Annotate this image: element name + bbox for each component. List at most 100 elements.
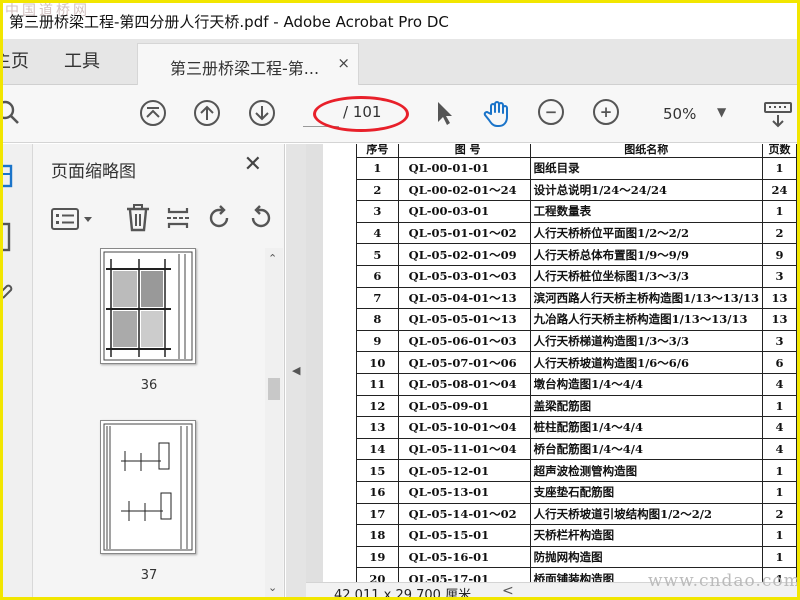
panel-collapse-handle[interactable]: ◀ [286, 144, 306, 597]
rotate-right-icon[interactable] [247, 204, 275, 236]
table-cell: 7 [356, 286, 399, 310]
table-row: 1 QL-00-01-01 图纸目录 1 [356, 157, 797, 180]
page-thumbnail[interactable] [100, 420, 196, 554]
table-cell: 人行天桥梯道构造图1/3～3/3 [529, 329, 764, 353]
page-dimensions: 42.011 x 29.700 厘米 [334, 588, 472, 600]
watermark-bottom: www.cndao.com [648, 571, 800, 591]
table-cell: 1 [762, 200, 797, 223]
table-cell: 滨河西路人行天桥主桥构造图1/13～13/13 [529, 286, 764, 310]
first-page-icon[interactable] [139, 99, 167, 127]
window-title: 第三册桥梁工程-第四分册人行天桥.pdf - Adobe Acrobat Pro… [9, 13, 449, 31]
tab-home[interactable]: 主页 [3, 39, 29, 85]
table-cell: 图纸目录 [529, 157, 764, 180]
page-thumbnail[interactable] [100, 248, 196, 364]
table-row: 14 QL-05-11-01～04 桥台配筋图1/4～4/4 4 [356, 437, 797, 461]
table-cell: 设计总说明1/24～24/24 [529, 178, 764, 202]
app-window: 中国道桥网 第三册桥梁工程-第四分册人行天桥.pdf - Adobe Acrob… [0, 0, 800, 600]
table-row: 11 QL-05-08-01～04 墩台构造图1/4～4/4 4 [356, 372, 797, 396]
table-row: 12 QL-05-09-01 盖梁配筋图 1 [356, 394, 797, 418]
keyboard-icon[interactable] [763, 99, 793, 128]
table-cell: 16 [356, 480, 399, 504]
bookmark-icon[interactable] [3, 164, 15, 192]
table-cell: 20 [356, 567, 399, 582]
table-cell: 人行天桥桩位坐标图1/3～3/3 [529, 264, 764, 288]
zoom-out-icon[interactable]: − [538, 99, 566, 127]
table-cell: 人行天桥总体布置图1/9～9/9 [529, 243, 764, 266]
table-cell: 15 [356, 459, 399, 482]
table-cell: QL-00-02-01～24 [397, 178, 531, 202]
table-row: 17 QL-05-14-01～02 人行天桥坡道引坡结构图1/2～2/2 2 [356, 502, 797, 526]
close-icon[interactable]: ✕ [244, 152, 262, 177]
table-cell: 4 [356, 221, 399, 245]
table-row: 15 QL-05-12-01 超声波检测管构造图 1 [356, 459, 797, 482]
table-cell: 墩台构造图1/4～4/4 [529, 372, 764, 396]
thumbnail-page-number: 36 [140, 378, 158, 393]
table-cell: QL-05-17-01 [397, 567, 531, 582]
table-cell: 天桥栏杆构造图 [529, 524, 764, 547]
rotate-left-icon[interactable] [207, 204, 233, 236]
page-total: / 101 [343, 103, 382, 121]
table-row: 13 QL-05-10-01～04 桩柱配筋图1/4～4/4 4 [356, 416, 797, 439]
scroll-down-icon[interactable]: ⌄ [268, 581, 277, 594]
table-cell: 9 [762, 243, 797, 266]
table-cell: 1 [762, 545, 797, 569]
zoom-level[interactable]: 50% [663, 105, 696, 123]
table-header-row: 序号 图 号 图纸名称 页数 [356, 144, 797, 158]
table-cell: 4 [762, 416, 797, 439]
table-cell: QL-05-04-01～13 [397, 286, 531, 310]
chevron-left-icon[interactable]: ◀ [292, 364, 300, 377]
table-cell: 19 [356, 545, 399, 569]
tab-close-icon[interactable]: × [337, 54, 350, 72]
delete-icon[interactable] [125, 204, 151, 236]
thumbnail-panel: 页面缩略图 ✕ 36 37 ⌃ ⌄ [33, 144, 285, 597]
table-cell: 3 [762, 329, 797, 353]
table-cell: 1 [762, 524, 797, 547]
table-cell: 3 [356, 200, 399, 223]
table-cell: 12 [356, 394, 399, 418]
table-cell: 桥台配筋图1/4～4/4 [529, 437, 764, 461]
attachment-icon[interactable] [3, 280, 15, 308]
table-cell: 2 [356, 178, 399, 202]
table-cell: QL-05-10-01～04 [397, 416, 531, 439]
extract-pages-icon[interactable] [165, 204, 191, 236]
table-row: 9 QL-05-06-01～03 人行天桥梯道构造图1/3～3/3 3 [356, 329, 797, 353]
search-icon[interactable] [3, 99, 25, 127]
thumbnail-list: 36 37 [33, 248, 265, 597]
tab-document-label: 第三册桥梁工程-第... [170, 59, 320, 78]
scroll-left-icon[interactable]: < [502, 583, 514, 597]
options-menu-icon[interactable] [51, 206, 95, 236]
chevron-down-icon[interactable]: ▼ [717, 105, 726, 119]
table-header-cell: 序号 [356, 144, 399, 158]
thumbnail-scrollbar[interactable]: ⌃ ⌄ [265, 248, 283, 597]
table-cell: 1 [762, 157, 797, 180]
table-cell: 工程数量表 [529, 200, 764, 223]
document-viewport[interactable]: 序号 图 号 图纸名称 页数 1 QL-00-01-01 图纸目录 1 2 QL-00-0… [306, 144, 797, 582]
table-cell: QL-05-14-01～02 [397, 502, 531, 526]
table-cell: 1 [356, 157, 399, 180]
table-cell: 6 [762, 351, 797, 374]
zoom-in-icon[interactable]: + [593, 99, 621, 127]
table-row: 19 QL-05-16-01 防抛网构造图 1 [356, 545, 797, 569]
table-cell: QL-05-16-01 [397, 545, 531, 569]
select-cursor-icon[interactable] [429, 99, 457, 127]
page-number-input[interactable] [303, 101, 339, 127]
table-cell: 2 [762, 221, 797, 245]
table-cell: 13 [762, 286, 797, 310]
table-cell: 4 [762, 437, 797, 461]
next-page-icon[interactable] [248, 99, 276, 127]
table-header-cell: 图 号 [397, 144, 531, 158]
table-cell: QL-05-09-01 [397, 394, 531, 418]
table-cell: 盖梁配筋图 [529, 394, 764, 418]
scrollbar-thumb[interactable] [268, 378, 280, 400]
previous-page-icon[interactable] [193, 99, 221, 127]
tab-tools[interactable]: 工具 [64, 39, 100, 85]
table-cell: QL-05-08-01～04 [397, 372, 531, 396]
table-cell: 1 [762, 394, 797, 418]
pages-icon[interactable] [3, 222, 15, 256]
table-cell: 10 [356, 351, 399, 374]
table-cell: 11 [356, 372, 399, 396]
scroll-up-icon[interactable]: ⌃ [268, 252, 277, 265]
hand-tool-icon[interactable] [483, 99, 511, 127]
table-header-cell: 页数 [762, 144, 797, 158]
tab-document[interactable]: 第三册桥梁工程-第... × [137, 43, 359, 85]
